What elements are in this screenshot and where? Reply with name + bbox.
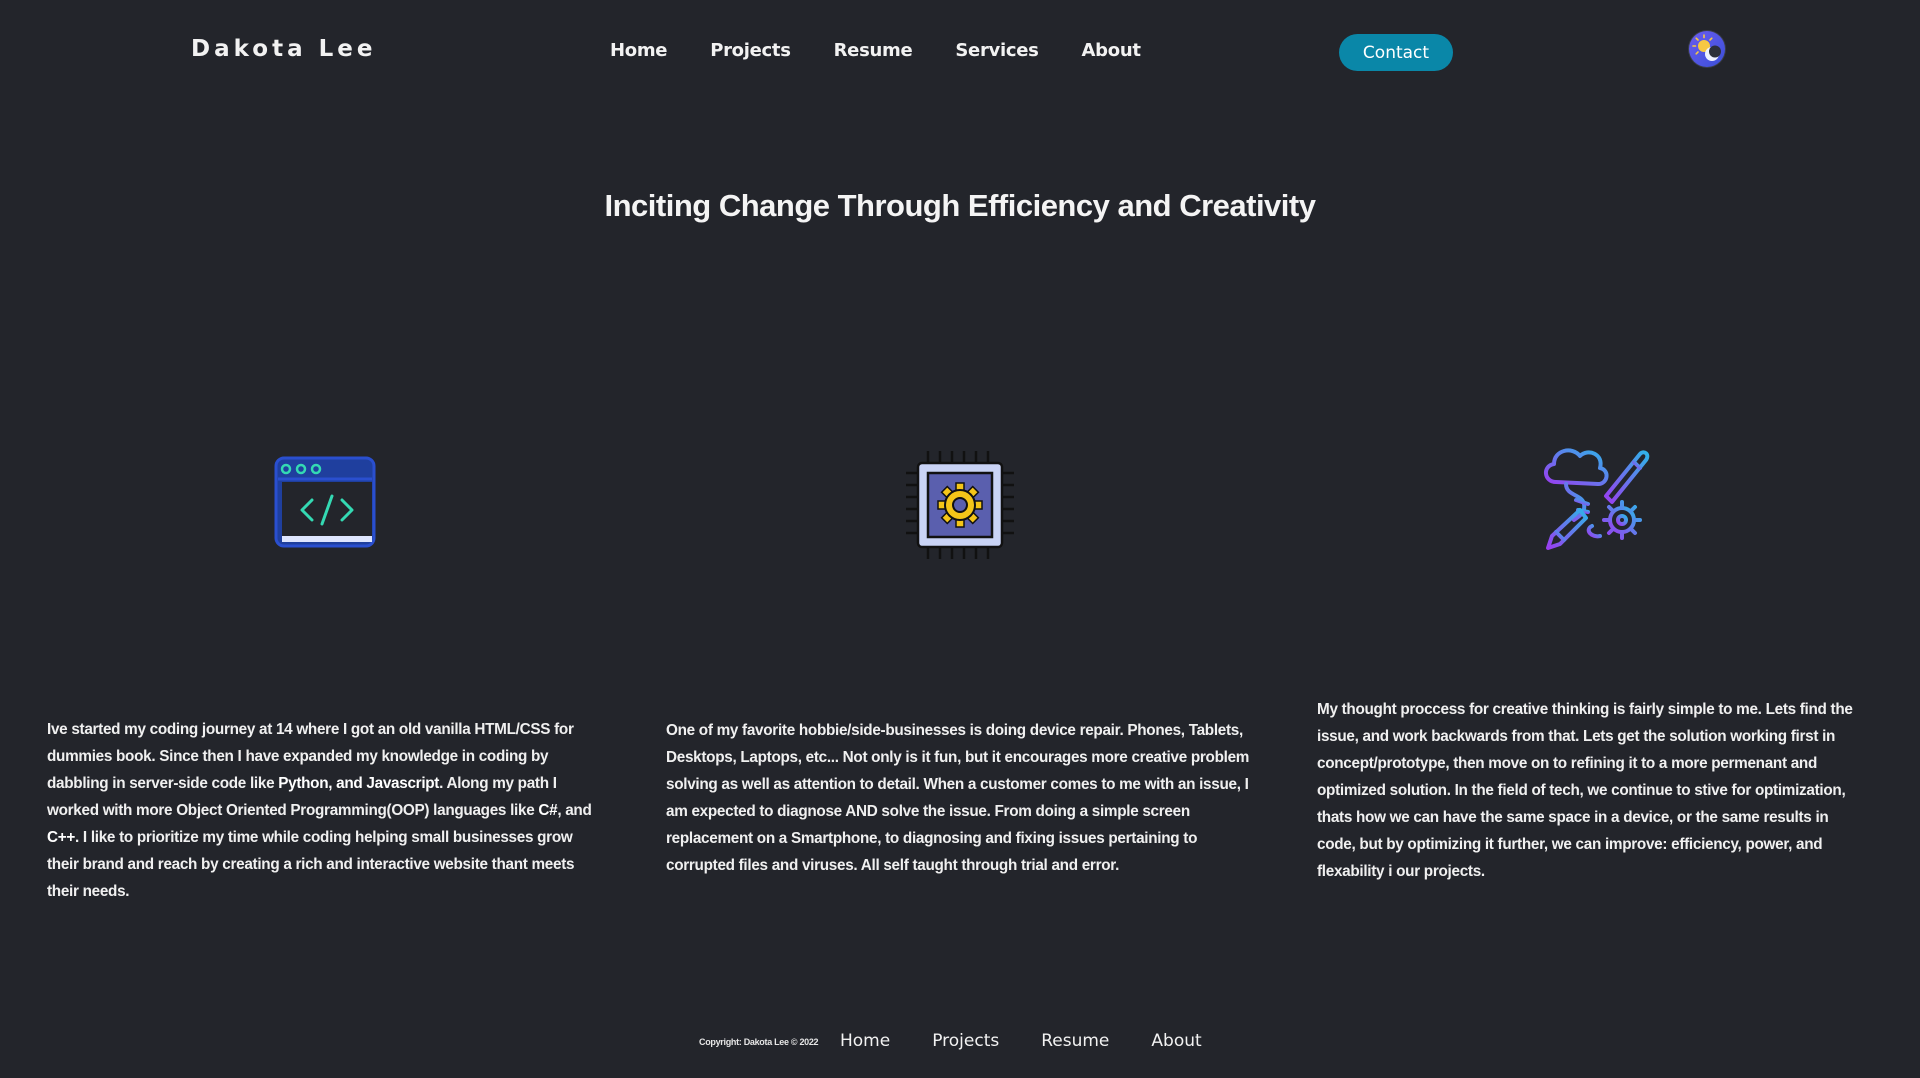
- coding-text-part: . I like to prioritize my time while cod…: [47, 829, 575, 900]
- footer-resume-link[interactable]: Resume: [1041, 1031, 1109, 1051]
- coding-text-highlight: C++: [47, 829, 76, 846]
- site-header: Dakota Lee Home Projects Resume Services…: [0, 0, 1920, 104]
- brand-logo-text[interactable]: Dakota Lee: [191, 36, 376, 62]
- footer-home-link[interactable]: Home: [840, 1031, 890, 1051]
- nav-projects-link[interactable]: Projects: [710, 40, 791, 61]
- coding-text-highlight: C#: [538, 802, 558, 819]
- device-repair-text: One of my favorite hobbie/side-businesse…: [666, 722, 1250, 874]
- code-window-icon: [272, 454, 378, 555]
- site-footer: Copyright: Dakota Lee © 2022 Home Projec…: [0, 1030, 1920, 1058]
- coding-text-highlight: Python, and Javascript: [278, 775, 440, 792]
- contact-button[interactable]: Contact: [1339, 34, 1453, 71]
- copyright-text: Copyright: Dakota Lee © 2022: [699, 1037, 819, 1047]
- sun-moon-icon: [1689, 31, 1725, 67]
- nav-about-link[interactable]: About: [1082, 40, 1141, 61]
- page-headline: Inciting Change Through Efficiency and C…: [604, 188, 1316, 223]
- footer-projects-link[interactable]: Projects: [932, 1031, 999, 1051]
- footer-nav: Home Projects Resume About: [840, 1031, 1202, 1051]
- coding-text-part: , and: [557, 802, 592, 819]
- nav-home-link[interactable]: Home: [610, 40, 668, 61]
- nav-resume-link[interactable]: Resume: [834, 40, 913, 61]
- cpu-chip-icon: [904, 449, 1016, 566]
- creative-thinking-text: My thought proccess for creative thinkin…: [1317, 701, 1853, 880]
- creative-thinking-icon: [1536, 440, 1654, 557]
- coding-journey-text: Ive started my coding journey at 14 wher…: [47, 716, 605, 905]
- footer-about-link[interactable]: About: [1151, 1031, 1201, 1051]
- main-nav: Home Projects Resume Services About: [610, 40, 1141, 61]
- nav-services-link[interactable]: Services: [955, 40, 1038, 61]
- theme-toggle-button[interactable]: [1688, 30, 1726, 68]
